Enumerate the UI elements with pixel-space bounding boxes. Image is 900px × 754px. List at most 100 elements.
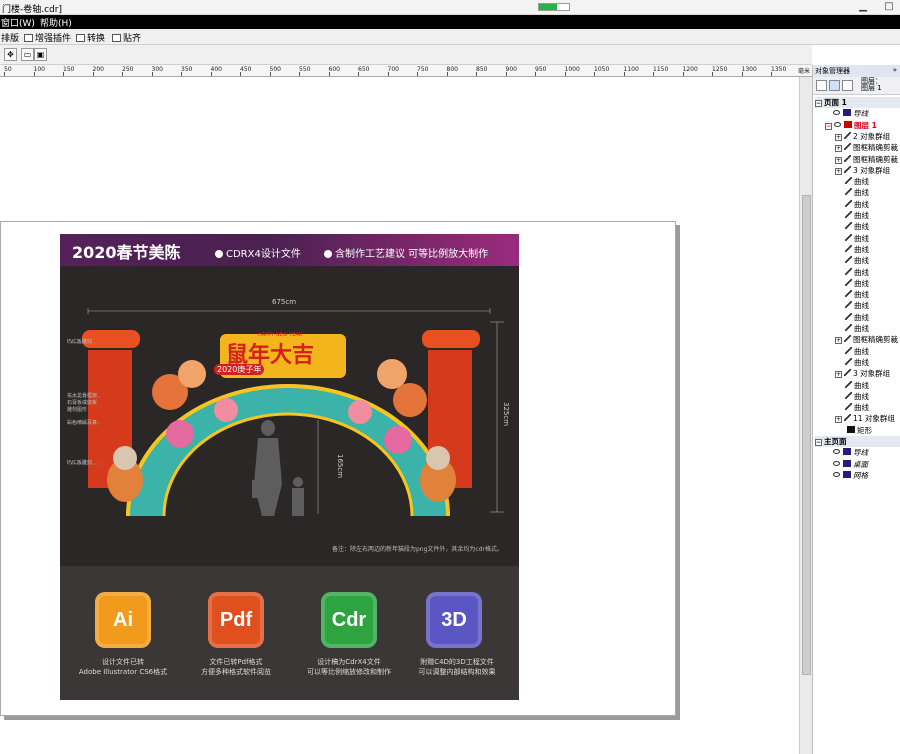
cdr-icon-label: Cdr [331, 609, 367, 631]
tree-row-curve[interactable]: 曲线 [845, 210, 869, 221]
expand-icon[interactable]: + [835, 167, 842, 175]
toolbar-layout[interactable]: 排版 [1, 31, 19, 44]
tree-row-label: 网格 [853, 470, 868, 480]
tree-row-curve[interactable]: 曲线 [845, 380, 869, 391]
curve-icon [845, 222, 852, 230]
tree-row-label: 2 对象群组 [853, 131, 891, 141]
frame-icon[interactable]: ▭ [21, 48, 34, 61]
frame-alt-icon[interactable]: ▣ [34, 48, 47, 61]
minimize-button[interactable]: ▁ [856, 0, 870, 14]
tree-row-curve[interactable]: 曲线 [845, 391, 869, 402]
tree-row-curve[interactable]: 曲线 [845, 323, 869, 334]
tree-row-rect[interactable]: 矩形 [845, 425, 872, 436]
ruler-tick [299, 72, 300, 76]
ruler-label: 1050 [594, 66, 610, 73]
tree-row-group[interactable]: +2 对象群组 [835, 131, 890, 142]
ruler-label: 550 [299, 66, 311, 73]
tree-row-curve[interactable]: 曲线 [845, 187, 869, 198]
3d-caption-line1: 附赠C4D的3D工程文件 [420, 658, 494, 666]
artwork-poster[interactable]: 2020春节美陈 CDRX4设计文件 含制作工艺建议 可等比例放大制作 675c… [60, 234, 519, 700]
visibility-icon[interactable] [834, 121, 841, 127]
horizontal-ruler[interactable]: 50 100 150 200 250 300 350 400 450 500 550 600 650 70… [0, 65, 812, 77]
toolbar-snap-label: 贴齐 [123, 34, 142, 44]
expand-icon[interactable]: + [835, 133, 842, 141]
collapse-icon[interactable]: − [815, 439, 822, 446]
ruler-label: 800 [446, 66, 458, 73]
tree-row-group[interactable]: +3 对象群组 [835, 165, 890, 176]
expand-icon[interactable]: + [835, 145, 842, 153]
tree-row-layer[interactable]: − 图层 1 [825, 120, 877, 131]
tree-row-curve[interactable]: 曲线 [845, 255, 869, 266]
menu-help[interactable]: 帮助(H) [40, 16, 72, 29]
curve-icon [845, 267, 852, 275]
tree-row-guide[interactable]: 桌面 [833, 459, 868, 470]
toolbar-convert[interactable]: 转换 [76, 31, 105, 44]
tree-row-curve[interactable]: 曲线 [845, 221, 869, 232]
height-dimension: 325cm [502, 402, 510, 427]
tree-row-page[interactable]: − 主页面 [815, 436, 900, 447]
ruler-tick [151, 72, 153, 76]
tree-row-curve[interactable]: 曲线 [845, 278, 869, 289]
show-properties-icon[interactable] [816, 80, 827, 91]
ruler-tick [210, 72, 212, 76]
maximize-button[interactable]: □ [882, 0, 896, 14]
collapse-icon[interactable]: − [815, 100, 822, 107]
menu-window[interactable]: 窗口(W) [1, 16, 35, 29]
tree-row-curve[interactable]: 曲线 [845, 346, 869, 357]
tree-row-group[interactable]: +11 对象群组 [835, 413, 895, 424]
tree-row-clip[interactable]: + 图框精确剪裁 [835, 154, 898, 165]
move-icon[interactable]: ✥ [4, 48, 17, 61]
artwork-note: 备注：除左右两边的新年猫段为png文件外，其余均为cdr格式。 [332, 546, 503, 553]
scrollbar-thumb[interactable] [802, 195, 811, 675]
tree-row-page[interactable]: − 页面 1 [815, 97, 900, 108]
tree-row-curve[interactable]: 曲线 [845, 267, 869, 278]
ruler-label: 1300 [741, 66, 757, 73]
curve-icon [845, 177, 852, 185]
tree-row-guide[interactable]: 网格 [833, 470, 868, 481]
tree-row-curve[interactable]: 曲线 [845, 233, 869, 244]
panel-expand-icon[interactable]: » [893, 66, 897, 74]
toolbar-enhance-plugin[interactable]: 增强插件 [24, 31, 71, 44]
ruler-label: 50 [4, 66, 12, 73]
expand-icon[interactable]: + [835, 337, 842, 345]
format-icons-section: Ai Pdf Cdr 3D 设计文件已转 Adobe Illustrator CS… [60, 566, 519, 700]
tree-row-curve[interactable]: 曲线 [845, 289, 869, 300]
tree-row-curve[interactable]: 曲线 [845, 176, 869, 187]
expand-icon[interactable]: + [835, 156, 842, 164]
ruler-label: 450 [240, 66, 252, 73]
curve-icon [845, 380, 852, 388]
layer-manager-icon[interactable] [842, 80, 853, 91]
tree-row-group[interactable]: +3 对象群组 [835, 368, 890, 379]
flower-4 [377, 359, 407, 389]
tree-row-clip[interactable]: + 图框精确剪裁 [835, 334, 898, 345]
tree-row-guide[interactable]: 导线 [833, 108, 868, 119]
tree-row-curve[interactable]: 曲线 [845, 244, 869, 255]
ruler-label: 200 [92, 66, 104, 73]
edit-across-layers-icon[interactable] [829, 80, 840, 91]
object-tree[interactable]: − 页面 1 导线 − 图层 1 +2 对象群组 + 图框精确剪裁 + 图框精确剪裁 +3 对象群组… [813, 95, 900, 754]
collapse-icon[interactable]: − [825, 122, 832, 130]
toolbar-enhance-label: 增强插件 [35, 34, 72, 44]
tree-row-guide[interactable]: 导线 [833, 447, 868, 458]
visibility-icon[interactable] [833, 460, 840, 466]
tree-row-curve[interactable]: 曲线 [845, 300, 869, 311]
tree-row-curve[interactable]: 曲线 [845, 357, 869, 368]
tree-row-curve[interactable]: 曲线 [845, 312, 869, 323]
visibility-icon[interactable] [833, 471, 840, 477]
visibility-icon[interactable] [833, 110, 840, 116]
visibility-icon[interactable] [833, 449, 840, 455]
vertical-scrollbar[interactable] [799, 77, 812, 754]
tree-row-curve[interactable]: 曲线 [845, 402, 869, 413]
ruler-label: 750 [417, 66, 429, 73]
3d-format-icon: 3D [426, 592, 482, 648]
tree-row-label: 图框精确剪裁 [853, 335, 898, 345]
label-material-2: 石膏板或底板 [67, 400, 98, 406]
tree-row-curve[interactable]: 曲线 [845, 199, 869, 210]
ruler-label: 100 [33, 66, 45, 73]
expand-icon[interactable]: + [835, 371, 842, 379]
tree-row-label: 曲线 [854, 199, 869, 209]
toolbar-snap[interactable]: 贴齐 [112, 31, 141, 44]
tree-row-clip[interactable]: + 图框精确剪裁 [835, 142, 898, 153]
expand-icon[interactable]: + [835, 416, 842, 424]
cdr-caption-line1: 设计稿为CdrX4文件 [317, 658, 381, 666]
